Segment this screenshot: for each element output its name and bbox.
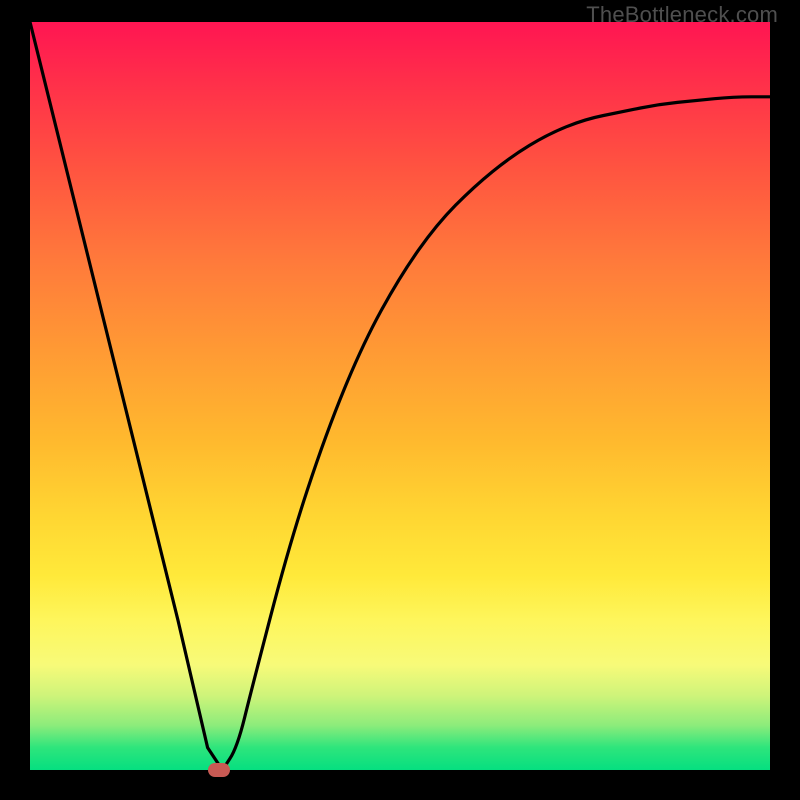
plot-area (30, 22, 770, 770)
chart-frame: TheBottleneck.com (0, 0, 800, 800)
curve-path (30, 22, 770, 770)
brand-label: TheBottleneck.com (586, 2, 778, 28)
minimum-marker (208, 763, 230, 777)
bottleneck-curve (30, 22, 770, 770)
